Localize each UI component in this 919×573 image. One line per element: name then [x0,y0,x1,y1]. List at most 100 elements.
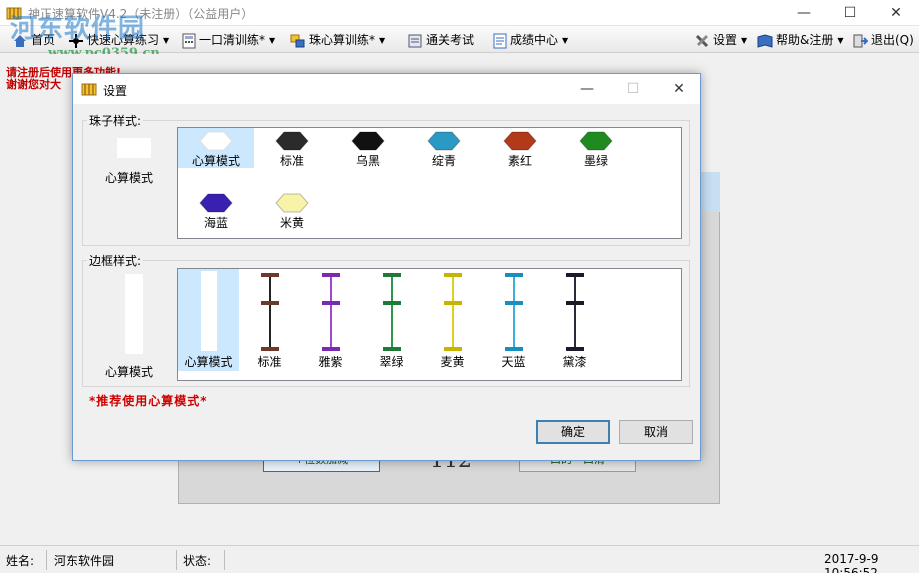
frame-swatch [200,271,217,351]
toolbar-oral-training-label: 一口清训练* [199,33,266,47]
frame-option[interactable]: 心算模式 [178,269,239,371]
frame-option[interactable]: 雅紫 [300,269,361,371]
bead-style-label: 珠子样式: [87,112,144,129]
maximize-button[interactable]: ☐ [827,0,873,26]
bead-option-label: 心算模式 [191,154,240,168]
bead-swatch [275,131,309,151]
calculator-icon [182,33,196,48]
dialog-title: 设置 [103,84,128,98]
dialog-close-button[interactable]: ✕ [656,74,702,104]
bead-swatch [579,131,613,151]
bead-option[interactable]: 素红 [482,128,558,168]
frame-option[interactable]: 麦黄 [422,269,483,371]
toolbar-abacus-training-label: 珠心算训练* [309,33,376,47]
chevron-down-icon: ▼ [837,35,844,45]
book-icon [757,33,773,48]
toolbar-report-label: 成绩中心 [510,33,559,47]
bead-option[interactable]: 心算模式 [178,128,254,168]
chevron-down-icon: ▼ [269,35,276,45]
report-icon [493,33,507,48]
frame-preview [125,274,143,354]
dialog-minimize-button[interactable]: — [564,74,610,104]
frame-swatch [443,273,462,351]
frame-swatch [504,273,523,351]
toolbar-exit-label: 退出(Q) [871,33,914,47]
frame-option-label: 雅紫 [318,355,343,369]
bead-option[interactable]: 海蓝 [178,190,254,230]
frame-option[interactable]: 翠绿 [361,269,422,371]
bead-swatch [351,131,385,151]
name-value: 河东软件园 [54,554,115,568]
bead-swatch [427,131,461,151]
watermark-text: 河东软件园 [10,14,146,44]
toolbar-report[interactable]: 成绩中心 ▼ [493,30,568,50]
toolbar-exam-label: 通关考试 [426,33,475,47]
bead-swatch [199,131,233,151]
frame-style-label: 边框样式: [87,252,144,269]
tools-icon [695,34,709,47]
bead-swatch [503,131,537,151]
dialog-maximize-button: ☐ [626,81,640,97]
bead-option-label: 米黄 [279,216,304,230]
panel-accent [700,172,720,212]
datetime: 2017-9-9 10:56:52 [824,552,879,573]
frame-option[interactable]: 标准 [239,269,300,371]
name-label: 姓名: [6,554,35,568]
thanks-notice: 谢谢您对大 [6,78,61,91]
bead-option[interactable]: 标准 [254,128,330,168]
recommend-note: *推荐使用心算模式* [89,394,208,408]
toolbar-help[interactable]: 帮助&注册 ▼ [757,30,844,50]
frame-swatch [382,273,401,351]
bead-option-label: 绽青 [431,154,456,168]
chevron-down-icon: ▼ [379,35,386,45]
status-divider [224,550,225,570]
dialog-title-bar: 设置 — ☐ ✕ [73,74,700,104]
toolbar-help-label: 帮助&注册 [776,33,834,47]
toolbar-exit[interactable]: 退出(Q) [852,30,914,50]
bead-style-list: 心算模式 标准 乌黑 绽青 素红 墨绿海蓝 米黄 [177,127,682,239]
frame-option-label: 心算模式 [184,355,233,369]
exam-icon [408,34,422,47]
status-divider [46,550,47,570]
frame-option-label: 天蓝 [501,355,526,369]
close-button[interactable]: ✕ [873,0,919,26]
bead-option-label: 墨绿 [583,154,608,168]
frame-swatch [260,273,279,351]
bead-option[interactable]: 墨绿 [558,128,634,168]
frame-option-label: 翠绿 [379,355,404,369]
bead-option[interactable]: 绽青 [406,128,482,168]
exit-icon [853,34,868,47]
minimize-button[interactable]: — [781,0,827,26]
toolbar-oral-training[interactable]: 一口清训练* ▼ [182,30,275,50]
state-label: 状态: [183,554,212,568]
app-icon [81,83,97,96]
abacus-icon [290,34,305,47]
frame-preview-label: 心算模式 [105,365,154,379]
chevron-down-icon: ▼ [741,35,748,45]
frame-option-label: 黛漆 [562,355,587,369]
toolbar-exam[interactable]: 通关考试 [407,30,474,50]
bead-option-label: 乌黑 [355,154,380,168]
ok-button[interactable]: 确定 [536,420,610,444]
toolbar-settings[interactable]: 设置 ▼ [694,30,747,50]
toolbar-settings-label: 设置 [713,33,738,47]
bead-option[interactable]: 米黄 [254,190,330,230]
chevron-down-icon: ▼ [163,35,170,45]
bead-swatch [275,193,309,213]
chevron-down-icon: ▼ [562,35,569,45]
frame-option[interactable]: 天蓝 [483,269,544,371]
bead-option[interactable]: 乌黑 [330,128,406,168]
bead-option-label: 素红 [507,154,532,168]
cancel-button[interactable]: 取消 [619,420,693,444]
frame-option-label: 标准 [257,355,282,369]
bead-swatch [199,193,233,213]
frame-swatch [565,273,584,351]
bead-option-label: 海蓝 [203,216,228,230]
status-divider [176,550,177,570]
bead-preview [117,138,151,158]
bead-preview-label: 心算模式 [105,171,154,185]
status-bar: 姓名: 河东软件园 状态: 2017-9-9 10:56:52 [0,545,919,573]
toolbar-abacus-training[interactable]: 珠心算训练* ▼ [290,30,385,50]
frame-swatch [321,273,340,351]
frame-option[interactable]: 黛漆 [544,269,605,371]
